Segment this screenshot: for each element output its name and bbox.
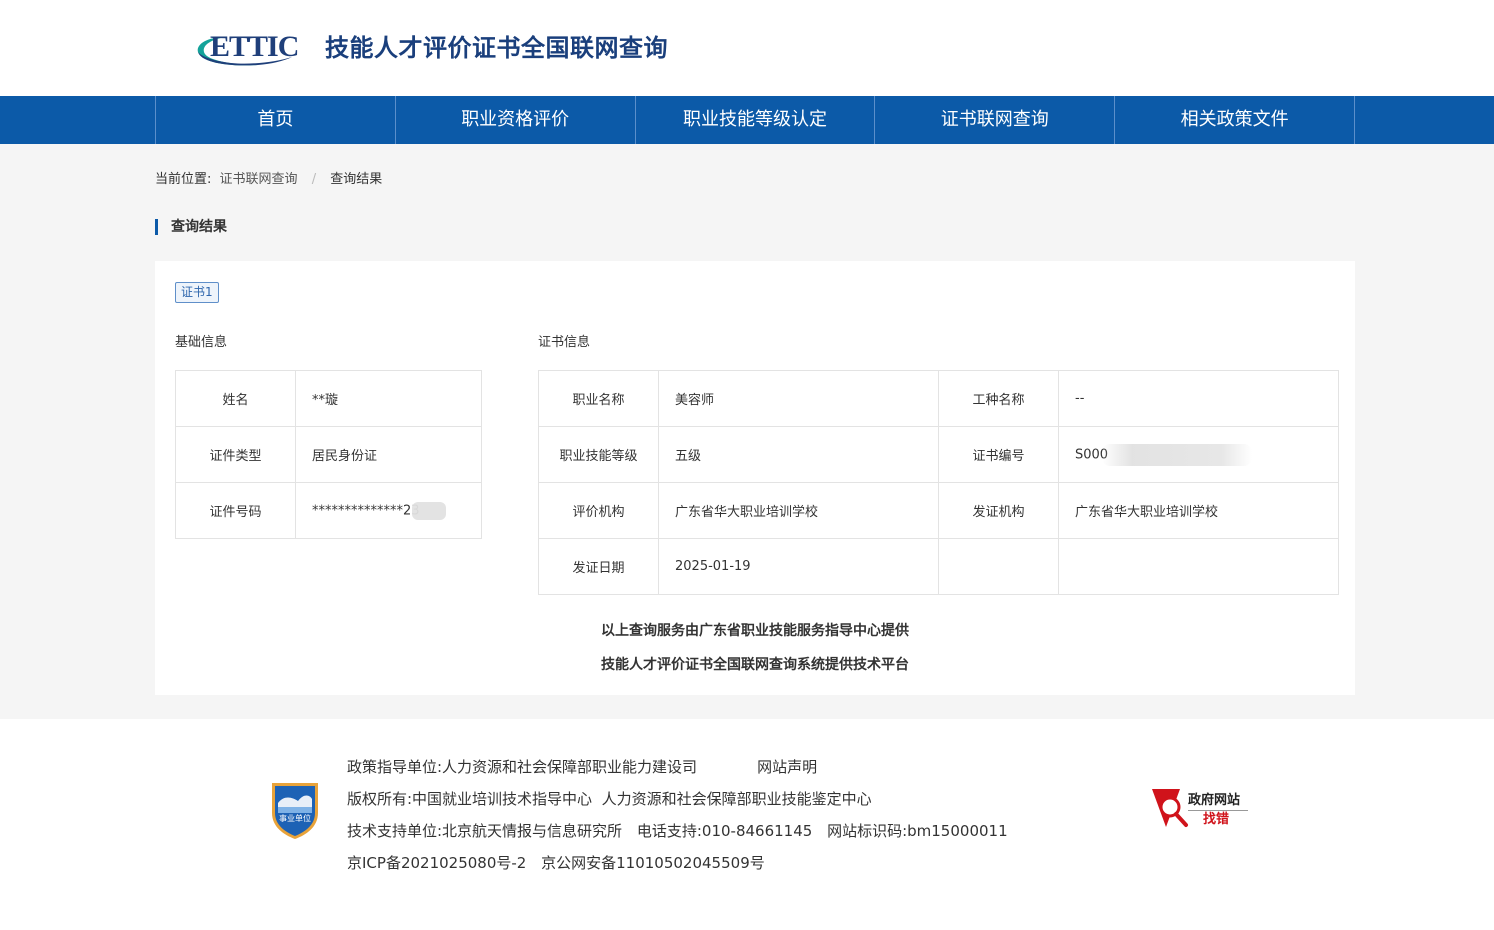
skill-level-value: 五级 [658, 426, 939, 483]
logo-mark: ETTIC [196, 30, 312, 68]
site-code: 网站标识码:bm15000011 [827, 822, 1008, 840]
issue-date-label: 发证日期 [538, 538, 659, 595]
gov-error-subtitle: 找错 [1203, 812, 1230, 827]
id-type-label: 证件类型 [175, 426, 296, 483]
main-nav: 首页 职业资格评价 职业技能等级认定 证书联网查询 相关政策文件 [0, 96, 1494, 144]
nav-item-policy-documents[interactable]: 相关政策文件 [1115, 96, 1355, 144]
breadcrumb-item-certificate-query[interactable]: 证书联网查询 [220, 172, 298, 187]
site-statement-link[interactable]: 网站声明 [757, 758, 817, 776]
empty-cell [938, 538, 1059, 595]
gov-error-title: 政府网站 [1188, 793, 1241, 808]
basic-info-table: 姓名 **璇 证件类型 居民身份证 证件号码 **************23 [175, 370, 482, 539]
ettic-logo[interactable]: ETTIC [196, 30, 312, 68]
id-type-value: 居民身份证 [295, 426, 482, 483]
empty-cell [1058, 538, 1339, 595]
basic-info-title: 基础信息 [175, 335, 228, 350]
table-row: 职业名称 美容师 工种名称 -- [538, 370, 1339, 427]
skill-level-label: 职业技能等级 [538, 426, 659, 483]
table-row: 发证日期 2025-01-19 [538, 538, 1339, 595]
table-row: 职业技能等级 五级 证书编号 S000 [538, 426, 1339, 483]
evaluation-org-value: 广东省华大职业培训学校 [658, 482, 939, 539]
job-type-value: -- [1058, 370, 1339, 427]
nav-item-certificate-query[interactable]: 证书联网查询 [875, 96, 1116, 144]
table-row: 证件号码 **************23 [175, 482, 482, 539]
certificate-info-table: 职业名称 美容师 工种名称 -- 职业技能等级 五级 证书编号 S000 评价机… [538, 370, 1339, 595]
gov-site-error-report[interactable]: 政府网站 找错 [1150, 787, 1260, 837]
badge-text: 事业单位 [279, 813, 311, 823]
site-header: ETTIC 技能人才评价证书全国联网查询 [0, 0, 1494, 96]
occupation-name-value: 美容师 [658, 370, 939, 427]
footer-info: 政策指导单位:人力资源和社会保障部职业能力建设司 网站声明 版权所有:中国就业培训… [347, 751, 1008, 879]
provider-note: 以上查询服务由广东省职业技能服务指导中心提供 [601, 623, 909, 639]
section-title: 查询结果 [155, 219, 227, 235]
main-content: 当前位置: 证书联网查询 / 查询结果 查询结果 证书1 基础信息 证书信息 姓… [0, 144, 1494, 719]
id-number-label: 证件号码 [175, 482, 296, 539]
nav-item-qualification-evaluation[interactable]: 职业资格评价 [396, 96, 636, 144]
public-institution-badge-icon: 事业单位 [272, 783, 318, 839]
issuing-org-value: 广东省华大职业培训学校 [1058, 482, 1339, 539]
redaction-mask [1102, 443, 1253, 466]
job-type-label: 工种名称 [938, 370, 1059, 427]
phone-support: 电话支持:010-84661145 [636, 822, 813, 840]
breadcrumb-separator: / [311, 172, 317, 187]
policy-unit: 政策指导单位:人力资源和社会保障部职业能力建设司 [347, 758, 698, 776]
breadcrumb-prefix: 当前位置: [155, 172, 212, 187]
copyright: 版权所有:中国就业培训技术指导中心 人力资源和社会保障部职业技能鉴定中心 [347, 790, 872, 808]
tech-support: 技术支持单位:北京航天情报与信息研究所 [347, 822, 623, 840]
name-label: 姓名 [175, 370, 296, 427]
id-number-value: **************23 [312, 503, 420, 518]
certificate-number-label: 证书编号 [938, 426, 1059, 483]
nav-item-home[interactable]: 首页 [156, 96, 396, 144]
redaction-mask [411, 501, 446, 520]
table-row: 证件类型 居民身份证 [175, 426, 482, 483]
table-row: 姓名 **璇 [175, 370, 482, 427]
tab-certificate-1[interactable]: 证书1 [175, 282, 219, 303]
certificate-info-title: 证书信息 [538, 335, 591, 350]
occupation-name-label: 职业名称 [538, 370, 659, 427]
breadcrumb-item-query-result: 查询结果 [330, 172, 383, 187]
nav-item-skill-level-certification[interactable]: 职业技能等级认定 [636, 96, 876, 144]
site-footer: 事业单位 政策指导单位:人力资源和社会保障部职业能力建设司 网站声明 版权所有:中… [0, 719, 1494, 930]
issue-date-value: 2025-01-19 [658, 538, 939, 595]
police-record-link[interactable]: 京公网安备11010502045509号 [541, 854, 765, 872]
table-row: 评价机构 广东省华大职业培训学校 发证机构 广东省华大职业培训学校 [538, 482, 1339, 539]
breadcrumb: 当前位置: 证书联网查询 / 查询结果 [155, 172, 382, 188]
icp-link[interactable]: 京ICP备2021025080号-2 [347, 854, 526, 872]
result-card: 证书1 基础信息 证书信息 姓名 **璇 证件类型 居民身份证 证件号码 ***… [155, 261, 1355, 695]
issuing-org-label: 发证机构 [938, 482, 1059, 539]
evaluation-org-label: 评价机构 [538, 482, 659, 539]
public-institution-badge[interactable]: 事业单位 [268, 777, 322, 845]
divider [1188, 810, 1248, 811]
site-title: 技能人才评价证书全国联网查询 [325, 34, 668, 62]
name-value: **璇 [295, 370, 482, 427]
platform-note: 技能人才评价证书全国联网查询系统提供技术平台 [601, 657, 909, 673]
logo-text: ETTIC [210, 30, 299, 63]
